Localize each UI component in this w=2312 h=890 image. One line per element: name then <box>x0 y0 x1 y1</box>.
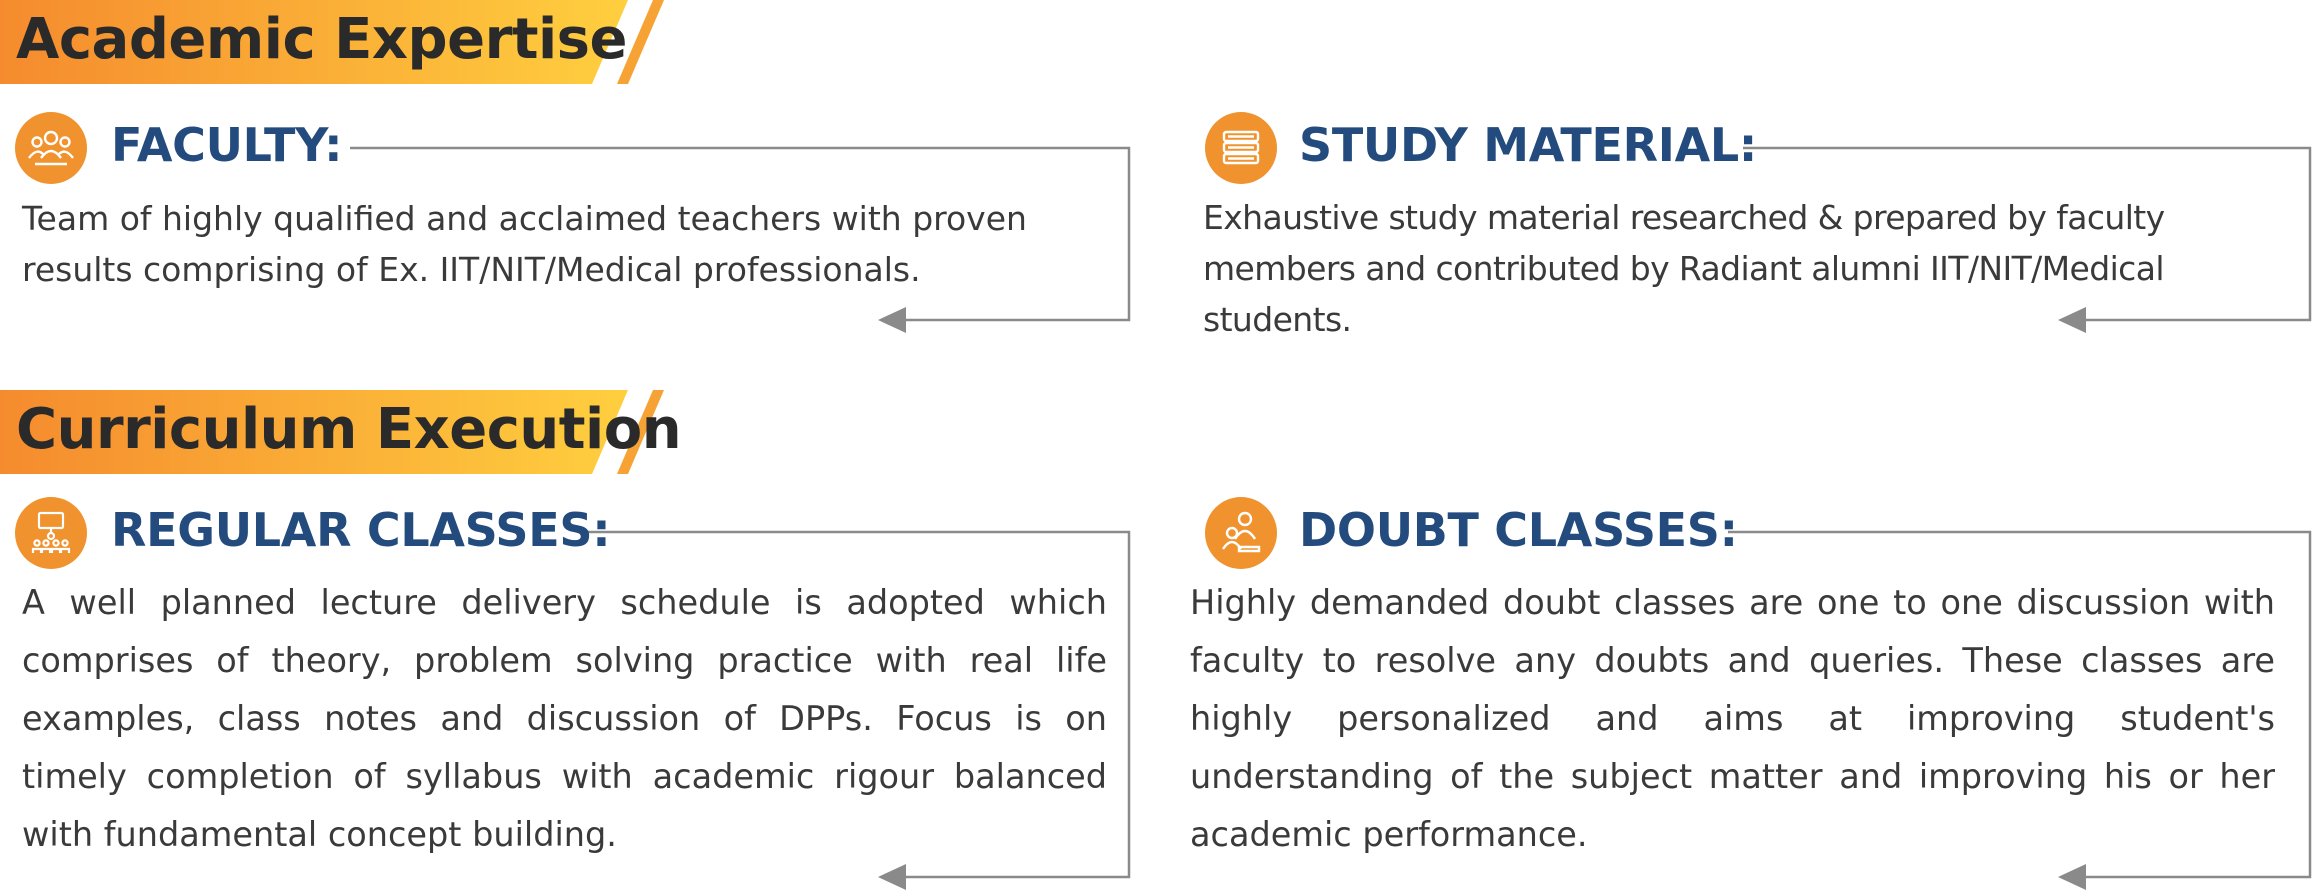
card-text-regular-classes: A well planned lecture delivery schedule… <box>22 583 1107 854</box>
card-text-doubt-classes: Highly demanded doubt classes are one to… <box>1190 583 2275 854</box>
section-banner-curriculum-execution: Curriculum Execution <box>0 390 682 474</box>
arrow-left-icon <box>878 307 906 333</box>
arrow-left-icon <box>2058 864 2086 890</box>
one-to-one-discussion-icon <box>1205 497 1277 569</box>
card-heading-study-material: STUDY MATERIAL: <box>1299 118 1757 172</box>
stacked-books-icon <box>1205 112 1277 184</box>
card-text-study-material: Exhaustive study material researched & p… <box>1203 198 2165 339</box>
section-title: Academic Expertise <box>16 7 627 72</box>
group-people-icon <box>15 112 87 184</box>
card-heading-doubt-classes: DOUBT CLASSES: <box>1299 503 1738 557</box>
section-title: Curriculum Execution <box>16 397 682 462</box>
card-heading-faculty: FACULTY: <box>111 118 343 172</box>
card-text-faculty: Team of highly qualified and acclaimed t… <box>22 199 1027 289</box>
classroom-lecture-icon <box>15 497 87 569</box>
section-banner-academic-expertise: Academic Expertise <box>0 0 670 84</box>
card-heading-regular-classes: REGULAR CLASSES: <box>111 503 611 557</box>
arrow-left-icon <box>878 864 906 890</box>
